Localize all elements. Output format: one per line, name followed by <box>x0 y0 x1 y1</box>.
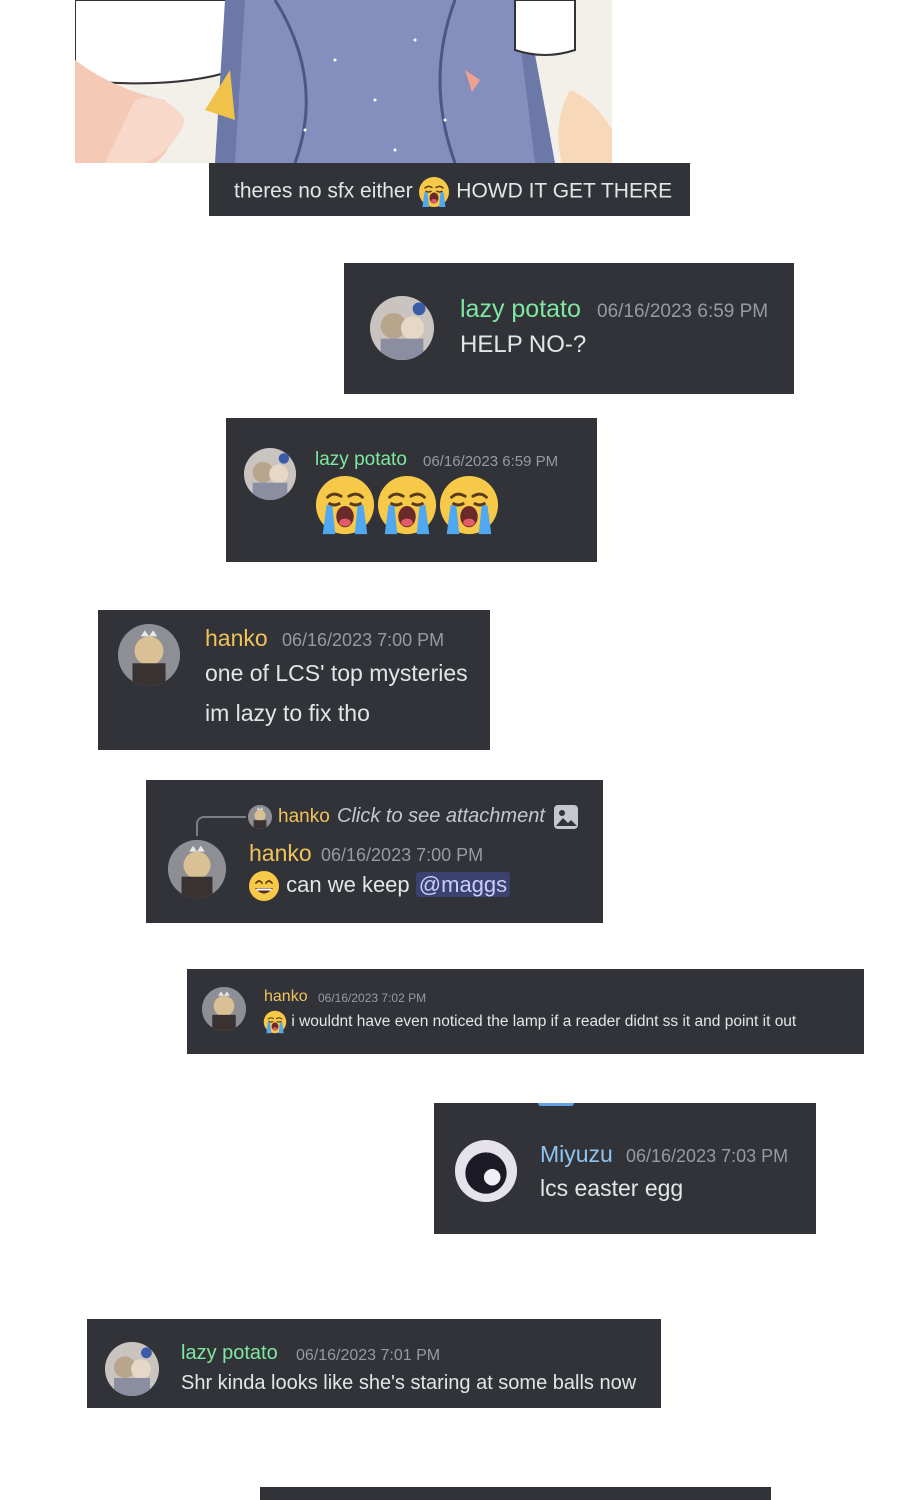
message-card-partial <box>260 1487 771 1500</box>
avatar[interactable] <box>118 624 180 686</box>
avatar[interactable] <box>370 296 434 360</box>
message-card: hanko 06/16/2023 7:02 PM i wouldnt have … <box>187 969 864 1054</box>
message-card: lazy potato 06/16/2023 6:59 PM HELP NO-? <box>344 263 794 394</box>
message-text: im lazy to fix tho <box>205 700 370 726</box>
author-name[interactable]: lazy potato <box>181 1342 278 1365</box>
author-name[interactable]: hanko <box>264 988 308 1006</box>
loudly-crying-face-icon <box>418 176 450 208</box>
reaction-edge <box>538 1103 574 1106</box>
loudly-crying-face-icon <box>314 474 376 536</box>
author-name[interactable]: hanko <box>205 625 268 652</box>
grinning-face-icon <box>248 870 280 902</box>
author-name[interactable]: lazy potato <box>315 449 407 471</box>
image-icon[interactable] <box>553 804 579 830</box>
caption-text-before: theres no sfx either <box>234 179 413 203</box>
timestamp: 06/16/2023 7:03 PM <box>626 1146 789 1166</box>
message-text: HELP NO-? <box>460 331 587 358</box>
caption-text-after: HOWD IT GET THERE <box>456 179 673 203</box>
timestamp: 06/16/2023 7:00 PM <box>282 630 445 650</box>
reply-connector <box>196 816 246 836</box>
caption-box: theres no sfx either HOWD IT GET THERE <box>209 163 690 216</box>
avatar[interactable] <box>455 1140 517 1202</box>
timestamp: 06/16/2023 7:01 PM <box>296 1347 441 1364</box>
message-text: Shr kinda looks like she's staring at so… <box>181 1372 637 1394</box>
reply-text[interactable]: Click to see attachment <box>337 805 545 828</box>
author-name[interactable]: Miyuzu <box>540 1141 613 1168</box>
loudly-crying-face-icon <box>438 474 500 536</box>
timestamp: 06/16/2023 6:59 PM <box>423 453 559 470</box>
timestamp: 06/16/2023 7:02 PM <box>318 991 427 1005</box>
avatar[interactable] <box>168 840 226 898</box>
message-card: lazy potato 06/16/2023 7:01 PM Shr kinda… <box>87 1319 661 1408</box>
comic-illustration <box>75 0 612 163</box>
message-text: i wouldnt have even noticed the lamp if … <box>291 1013 797 1031</box>
timestamp: 06/16/2023 7:00 PM <box>321 845 484 865</box>
message-card: Miyuzu 06/16/2023 7:03 PM lcs easter egg <box>434 1103 816 1234</box>
avatar[interactable] <box>244 448 296 500</box>
message-card: lazy potato 06/16/2023 6:59 PM <box>226 418 597 562</box>
reply-avatar <box>248 805 272 829</box>
reply-author[interactable]: hanko <box>278 806 330 828</box>
avatar[interactable] <box>105 1342 159 1396</box>
emoji-row <box>314 474 500 541</box>
user-mention[interactable]: @maggs <box>415 871 511 897</box>
message-text: can we keep <box>286 871 410 897</box>
timestamp: 06/16/2023 6:59 PM <box>597 301 769 322</box>
author-name[interactable]: lazy potato <box>460 295 581 324</box>
loudly-crying-face-icon <box>263 1010 287 1034</box>
message-text: one of LCS' top mysteries <box>205 660 468 686</box>
message-card: hanko Click to see attachment hanko 06/1… <box>146 780 603 923</box>
author-name[interactable]: hanko <box>249 840 312 867</box>
avatar[interactable] <box>202 987 246 1031</box>
message-card: hanko 06/16/2023 7:00 PM one of LCS' top… <box>98 610 490 750</box>
loudly-crying-face-icon <box>376 474 438 536</box>
message-text: lcs easter egg <box>540 1175 684 1201</box>
